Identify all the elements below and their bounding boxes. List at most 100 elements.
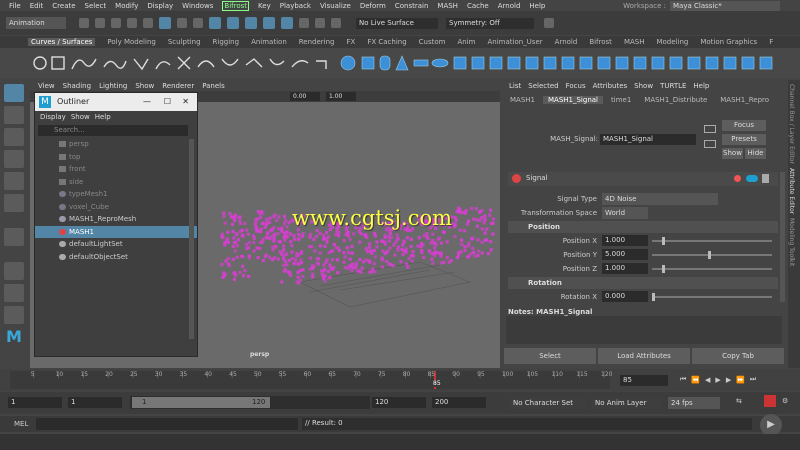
presets-button[interactable]: Presets [722,134,766,145]
move-tool-icon[interactable] [4,150,24,168]
modeling-toolkit-tab[interactable]: Modeling Toolkit [788,218,795,266]
menu-constrain[interactable]: Constrain [395,2,429,10]
minimize-icon[interactable]: — [143,93,151,111]
four-view-icon[interactable] [4,284,24,302]
menu-playback[interactable]: Playback [280,2,311,10]
snap-curve-icon[interactable] [227,17,239,29]
range-slider-handle[interactable] [132,397,270,408]
node-name-field[interactable]: MASH1_Signal [600,134,696,145]
presets-arrow-icon[interactable] [704,140,716,148]
go-end-icon[interactable]: ⏭ [750,375,756,384]
loop-icon[interactable]: ⇆ [736,397,742,405]
shelf-tab-arnold[interactable]: Arnold [555,38,578,46]
gamma-field[interactable]: 1.00 [326,92,356,101]
position-y-slider[interactable] [652,254,772,256]
prefs-icon[interactable]: ⚙ [782,397,788,405]
toggle-panel-icon[interactable] [544,18,554,28]
lasso-tool-icon[interactable] [4,106,24,124]
menu-modify[interactable]: Modify [115,2,138,10]
save-icon[interactable] [111,18,121,28]
shelf-tab-animation[interactable]: Animation [251,38,287,46]
vp-menu-renderer[interactable]: Renderer [162,82,194,90]
shelf-tab-f[interactable]: F [769,38,773,46]
outliner-item-typemesh[interactable]: typeMesh1 [35,188,197,201]
outliner-scrollbar[interactable] [189,139,194,339]
mash-node-icon[interactable] [734,175,741,182]
render-icon[interactable] [315,18,325,28]
snap-point-icon[interactable] [245,17,257,29]
attr-scrollbar[interactable] [780,172,785,302]
live-surface-field[interactable]: No Live Surface [356,17,438,29]
outliner-item-top[interactable]: top [35,151,197,164]
hide-button[interactable]: Hide [745,148,766,159]
character-set-dropdown[interactable]: No Character Set [510,397,586,409]
vp-menu-show[interactable]: Show [135,82,154,90]
menu-help[interactable]: Help [529,2,545,10]
outliner-item-voxel-cube[interactable]: voxel_Cube [35,201,197,214]
delete-icon[interactable] [762,174,769,183]
position-z-knob[interactable] [662,265,665,273]
single-view-icon[interactable] [4,262,24,280]
shelf-icons[interactable] [30,51,790,75]
mel-label[interactable]: MEL [14,420,28,428]
rotation-x-knob[interactable] [652,293,655,301]
shelf-tab-curves[interactable]: Curves / Surfaces [28,38,96,46]
position-y-field[interactable]: 5.000 [602,249,648,260]
close-icon[interactable]: ✕ [182,93,189,111]
select-mode-icon[interactable] [159,17,171,29]
symmetry-field[interactable]: Symmetry: Off [446,17,534,29]
outliner-item-lightset[interactable]: defaultLightSet [35,238,197,251]
menu-create[interactable]: Create [52,2,75,10]
menu-select[interactable]: Select [85,2,107,10]
time-ruler[interactable]: 5 10 15 20 25 30 35 40 45 50 55 60 65 70 75 80 85 90 95 100… [10,371,612,389]
shelf-tab-sculpting[interactable]: Sculpting [168,38,201,46]
attr-tab-repro[interactable]: MASH1_Repro [715,96,774,104]
attr-tab-time1[interactable]: time1 [606,96,636,104]
vp-menu-view[interactable]: View [38,82,55,90]
menu-mash[interactable]: MASH [437,2,458,10]
shelf-tab-fxcaching[interactable]: FX Caching [367,38,406,46]
menuset-dropdown[interactable]: Animation [6,17,66,29]
scale-tool-icon[interactable] [4,194,24,212]
shelf-tab-modeling[interactable]: Modeling [656,38,688,46]
menu-edit[interactable]: Edit [30,2,44,10]
rotation-x-field[interactable]: 0.000 [602,291,648,302]
folder-icon[interactable] [79,18,89,28]
attr-menu-list[interactable]: List [509,82,521,90]
menu-bifrost[interactable]: Bifrost [222,0,250,11]
workspace-dropdown[interactable]: Maya Classic* [670,0,780,11]
rotation-x-slider[interactable] [652,296,772,298]
enable-toggle[interactable] [746,175,758,182]
open-icon[interactable] [95,18,105,28]
exposure-field[interactable]: 0.00 [290,92,320,101]
load-attributes-button[interactable]: Load Attributes [598,348,690,364]
outliner-item-side[interactable]: side [35,176,197,189]
vp-menu-panels[interactable]: Panels [202,82,225,90]
soft-select-icon[interactable] [4,228,24,246]
outliner-view-icon[interactable] [4,306,24,324]
position-section[interactable]: Position [508,221,778,233]
menu-visualize[interactable]: Visualize [320,2,351,10]
snap-view-icon[interactable] [263,17,275,29]
shelf-tab-animuser[interactable]: Animation_User [488,38,543,46]
attr-menu-selected[interactable]: Selected [528,82,558,90]
outliner-item-persp[interactable]: persp [35,138,197,151]
redo-icon[interactable] [143,18,153,28]
select-button[interactable]: Select [504,348,596,364]
attr-menu-help[interactable]: Help [693,82,709,90]
attr-tab-distribute[interactable]: MASH1_Distribute [639,96,712,104]
attr-menu-focus[interactable]: Focus [566,82,586,90]
position-x-slider[interactable] [652,240,772,242]
undo-icon[interactable] [127,18,137,28]
play-icon[interactable]: ▶ [715,376,720,384]
outliner-search-input[interactable]: Search... [38,125,188,136]
step-back-key-icon[interactable]: ⏪ [691,376,700,384]
end-time-field[interactable]: 200 [432,397,486,408]
command-input[interactable] [36,418,298,430]
attr-tab-mash1[interactable]: MASH1 [505,96,540,104]
menu-key[interactable]: Key [258,2,271,10]
position-z-slider[interactable] [652,268,772,270]
step-forward-icon[interactable]: ▶ [726,376,731,384]
menu-arnold[interactable]: Arnold [498,2,521,10]
paint-select-icon[interactable] [193,18,203,28]
